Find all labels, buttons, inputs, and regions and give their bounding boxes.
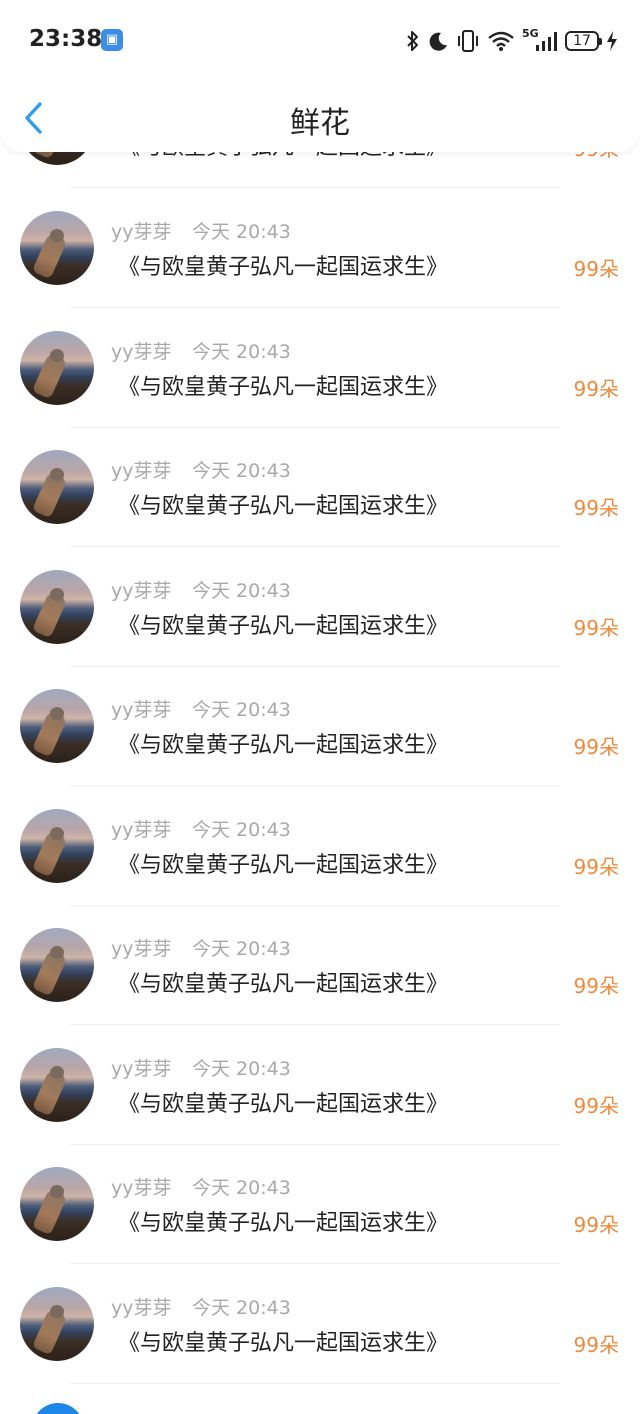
flower-count: 99朵 xyxy=(573,496,619,520)
timestamp: 今天 20:43 xyxy=(192,1058,291,1080)
timestamp: 今天 20:43 xyxy=(192,938,291,960)
user-name[interactable]: yy芽芽 xyxy=(111,815,172,842)
avatar[interactable] xyxy=(20,928,94,1002)
notification-app-icon: ▣ xyxy=(101,29,123,51)
list-item[interactable]: yy芽芽 今天 20:43 《与欧皇黄子弘凡一起国运求生》 99朵 xyxy=(0,450,640,570)
avatar[interactable] xyxy=(20,331,94,405)
user-name[interactable]: yy芽芽 xyxy=(111,576,172,603)
avatar[interactable] xyxy=(20,1287,94,1361)
status-time: 23:38 xyxy=(29,26,103,52)
timestamp: 今天 20:43 xyxy=(192,221,291,243)
item-title: 《与欧皇黄子弘凡一起国运求生》 xyxy=(118,972,449,997)
avatar[interactable] xyxy=(20,809,94,883)
item-title: 《与欧皇黄子弘凡一起国运求生》 xyxy=(118,1092,449,1117)
timestamp: 今天 20:43 xyxy=(192,460,291,482)
user-name[interactable]: yy芽芽 xyxy=(111,1293,172,1320)
list-item[interactable]: yy芽芽 今天 20:43 《与欧皇黄子弘凡一起国运求生》 99朵 xyxy=(0,1167,640,1287)
item-title: 《与欧皇黄子弘凡一起国运求生》 xyxy=(118,255,449,280)
user-name[interactable]: yy芽芽 xyxy=(111,695,172,722)
flower-count: 99朵 xyxy=(573,974,619,998)
timestamp: 今天 20:43 xyxy=(192,819,291,841)
timestamp: 今天 20:43 xyxy=(192,1177,291,1199)
user-name[interactable]: yy芽芽 xyxy=(111,456,172,483)
avatar[interactable] xyxy=(20,1167,94,1241)
flower-count: 99朵 xyxy=(573,1094,619,1118)
flower-count: 99朵 xyxy=(573,1213,619,1237)
flower-count: 99朵 xyxy=(573,377,619,401)
avatar[interactable] xyxy=(20,570,94,644)
list-item[interactable]: yy芽芽 今天 20:43 《与欧皇黄子弘凡一起国运求生》 99朵 xyxy=(0,689,640,809)
timestamp: 今天 20:43 xyxy=(192,580,291,602)
timestamp: 今天 20:43 xyxy=(192,699,291,721)
list-item[interactable]: yy芽芽 今天 20:43 《与欧皇黄子弘凡一起国运求生》 99朵 xyxy=(0,1287,640,1407)
flower-record-list: 《与欧皇黄子弘凡一起国运求生》 99朵 yy芽芽 今天 20:43 《与欧皇黄子… xyxy=(0,0,640,1414)
vibrate-icon xyxy=(458,30,478,52)
flower-count: 99朵 xyxy=(573,735,619,759)
flower-count: 99朵 xyxy=(573,616,619,640)
top-header: 23:38 ▣ 5G 17 鲜花 xyxy=(0,0,640,152)
bluetooth-icon xyxy=(407,31,418,51)
avatar[interactable] xyxy=(20,689,94,763)
user-name[interactable]: yy芽芽 xyxy=(111,1054,172,1081)
divider xyxy=(70,905,560,906)
list-item[interactable]: yy芽芽 今天 20:43 《与欧皇黄子弘凡一起国运求生》 99朵 xyxy=(0,1048,640,1168)
timestamp: 今天 20:43 xyxy=(192,341,291,363)
divider xyxy=(70,785,560,786)
timestamp: 今天 20:43 xyxy=(192,1297,291,1319)
avatar[interactable] xyxy=(20,211,94,285)
list-item[interactable]: yy芽芽 今天 20:43 《与欧皇黄子弘凡一起国运求生》 99朵 xyxy=(0,928,640,1048)
user-name[interactable]: yy芽芽 xyxy=(111,217,172,244)
divider xyxy=(70,427,560,428)
battery-level: 17 xyxy=(573,33,591,49)
user-name[interactable]: yy芽芽 xyxy=(111,337,172,364)
flower-count: 99朵 xyxy=(573,257,619,281)
list-item[interactable]: yy芽芽 今天 20:43 《与欧皇黄子弘凡一起国运求生》 99朵 xyxy=(0,331,640,451)
network-type: 5G xyxy=(522,27,558,53)
wifi-icon xyxy=(488,31,514,51)
divider xyxy=(70,187,560,188)
item-title: 《与欧皇黄子弘凡一起国运求生》 xyxy=(118,375,449,400)
divider xyxy=(70,666,560,667)
user-name[interactable]: yy芽芽 xyxy=(111,1173,172,1200)
item-title: 《与欧皇黄子弘凡一起国运求生》 xyxy=(118,733,449,758)
charging-icon xyxy=(607,31,617,51)
divider xyxy=(70,1144,560,1145)
battery-icon: 17 xyxy=(565,31,602,51)
flower-count: 99朵 xyxy=(573,1333,619,1357)
divider xyxy=(70,1024,560,1025)
signal-icon xyxy=(536,32,557,51)
item-title: 《与欧皇黄子弘凡一起国运求生》 xyxy=(118,1211,449,1236)
status-icons: 5G 17 xyxy=(406,27,618,54)
list-item[interactable]: yy芽芽 今天 20:43 《与欧皇黄子弘凡一起国运求生》 99朵 xyxy=(0,809,640,929)
avatar[interactable] xyxy=(20,450,94,524)
moon-icon xyxy=(429,32,447,51)
divider xyxy=(70,1263,560,1264)
page-title: 鲜花 xyxy=(290,106,350,141)
divider xyxy=(70,1383,560,1384)
item-title: 《与欧皇黄子弘凡一起国运求生》 xyxy=(118,1331,449,1356)
item-title: 《与欧皇黄子弘凡一起国运求生》 xyxy=(118,853,449,878)
list-item[interactable]: yy芽芽 今天 20:43 《与欧皇黄子弘凡一起国运求生》 99朵 xyxy=(0,211,640,331)
item-title: 《与欧皇黄子弘凡一起国运求生》 xyxy=(118,494,449,519)
avatar[interactable] xyxy=(20,1048,94,1122)
divider xyxy=(70,546,560,547)
list-item[interactable]: yy芽芽 今天 20:43 《与欧皇黄子弘凡一起国运求生》 99朵 xyxy=(0,570,640,690)
user-name[interactable]: yy芽芽 xyxy=(111,934,172,961)
flower-count: 99朵 xyxy=(573,855,619,879)
item-title: 《与欧皇黄子弘凡一起国运求生》 xyxy=(118,614,449,639)
divider xyxy=(70,307,560,308)
